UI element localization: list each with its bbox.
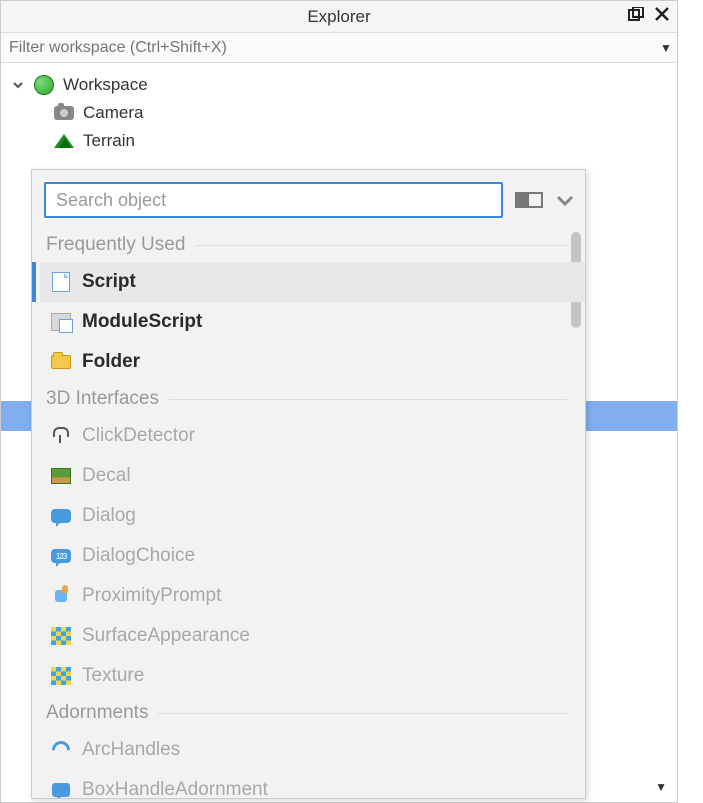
item-label: DialogChoice xyxy=(82,545,195,567)
tree-label: Camera xyxy=(83,103,143,123)
window-buttons xyxy=(627,5,671,23)
workspace-icon xyxy=(33,74,55,96)
archandles-icon xyxy=(50,739,72,761)
insert-object-popup: Frequently Used Script ModuleScript Fold… xyxy=(31,169,586,799)
modulescript-icon xyxy=(50,311,72,333)
item-label: ArcHandles xyxy=(82,739,180,761)
item-label: SurfaceAppearance xyxy=(82,625,250,647)
item-surfaceappearance[interactable]: SurfaceAppearance xyxy=(40,616,585,656)
item-texture[interactable]: Texture xyxy=(40,656,585,696)
tree-label: Terrain xyxy=(83,131,135,151)
search-input[interactable] xyxy=(44,182,503,218)
folder-icon xyxy=(50,351,72,373)
item-archandles[interactable]: ArcHandles xyxy=(40,730,585,770)
chevron-down-icon[interactable] xyxy=(11,78,25,92)
filter-row: ▼ xyxy=(1,33,677,63)
item-label: BoxHandleAdornment xyxy=(82,779,268,798)
proximityprompt-icon xyxy=(50,585,72,607)
object-list: Frequently Used Script ModuleScript Fold… xyxy=(32,228,585,798)
item-label: ModuleScript xyxy=(82,311,202,333)
bottom-dropdown-icon[interactable]: ▼ xyxy=(655,780,667,794)
section-label: Frequently Used xyxy=(46,234,185,256)
divider xyxy=(195,245,567,246)
panel-title: Explorer xyxy=(307,7,370,27)
divider xyxy=(158,713,567,714)
tree-row-camera[interactable]: Camera xyxy=(11,99,677,127)
item-label: Dialog xyxy=(82,505,136,527)
tree-label: Workspace xyxy=(63,75,148,95)
section-adornments: Adornments xyxy=(40,696,585,730)
item-boxhandleadornment[interactable]: BoxHandleAdornment xyxy=(40,770,585,798)
surfaceappearance-icon xyxy=(50,625,72,647)
section-3d-interfaces: 3D Interfaces xyxy=(40,382,585,416)
filter-dropdown-icon[interactable]: ▼ xyxy=(655,41,677,55)
item-script[interactable]: Script xyxy=(40,262,585,302)
texture-icon xyxy=(50,665,72,687)
item-label: Decal xyxy=(82,465,131,487)
chevron-down-icon[interactable] xyxy=(555,193,575,207)
item-dialog[interactable]: Dialog xyxy=(40,496,585,536)
popup-search-row xyxy=(32,170,585,228)
item-label: Texture xyxy=(82,665,144,687)
item-folder[interactable]: Folder xyxy=(40,342,585,382)
camera-icon xyxy=(53,102,75,124)
tree-row-workspace[interactable]: Workspace xyxy=(11,71,677,99)
view-mode-icon[interactable] xyxy=(515,192,543,208)
item-label: ProximityPrompt xyxy=(82,585,221,607)
boxhandleadornment-icon xyxy=(50,779,72,798)
explorer-tree: Workspace Camera Terrain xyxy=(1,63,677,155)
titlebar: Explorer xyxy=(1,1,677,33)
explorer-panel: Explorer ▼ Workspace Camera Terrai xyxy=(0,0,678,803)
terrain-icon xyxy=(53,130,75,152)
dialogchoice-icon: 123 xyxy=(50,545,72,567)
item-decal[interactable]: Decal xyxy=(40,456,585,496)
item-clickdetector[interactable]: ClickDetector xyxy=(40,416,585,456)
item-modulescript[interactable]: ModuleScript xyxy=(40,302,585,342)
script-icon xyxy=(50,271,72,293)
item-dialogchoice[interactable]: 123 DialogChoice xyxy=(40,536,585,576)
filter-input[interactable] xyxy=(1,39,655,57)
item-proximityprompt[interactable]: ProximityPrompt xyxy=(40,576,585,616)
clickdetector-icon xyxy=(50,425,72,447)
tree-row-terrain[interactable]: Terrain xyxy=(11,127,677,155)
undock-icon[interactable] xyxy=(627,5,645,23)
close-icon[interactable] xyxy=(653,5,671,23)
section-label: Adornments xyxy=(46,702,148,724)
section-frequently-used: Frequently Used xyxy=(40,228,585,262)
dialog-icon xyxy=(50,505,72,527)
item-label: Folder xyxy=(82,351,140,373)
item-label: ClickDetector xyxy=(82,425,195,447)
section-label: 3D Interfaces xyxy=(46,388,159,410)
divider xyxy=(169,399,567,400)
item-label: Script xyxy=(82,271,136,293)
decal-icon xyxy=(50,465,72,487)
